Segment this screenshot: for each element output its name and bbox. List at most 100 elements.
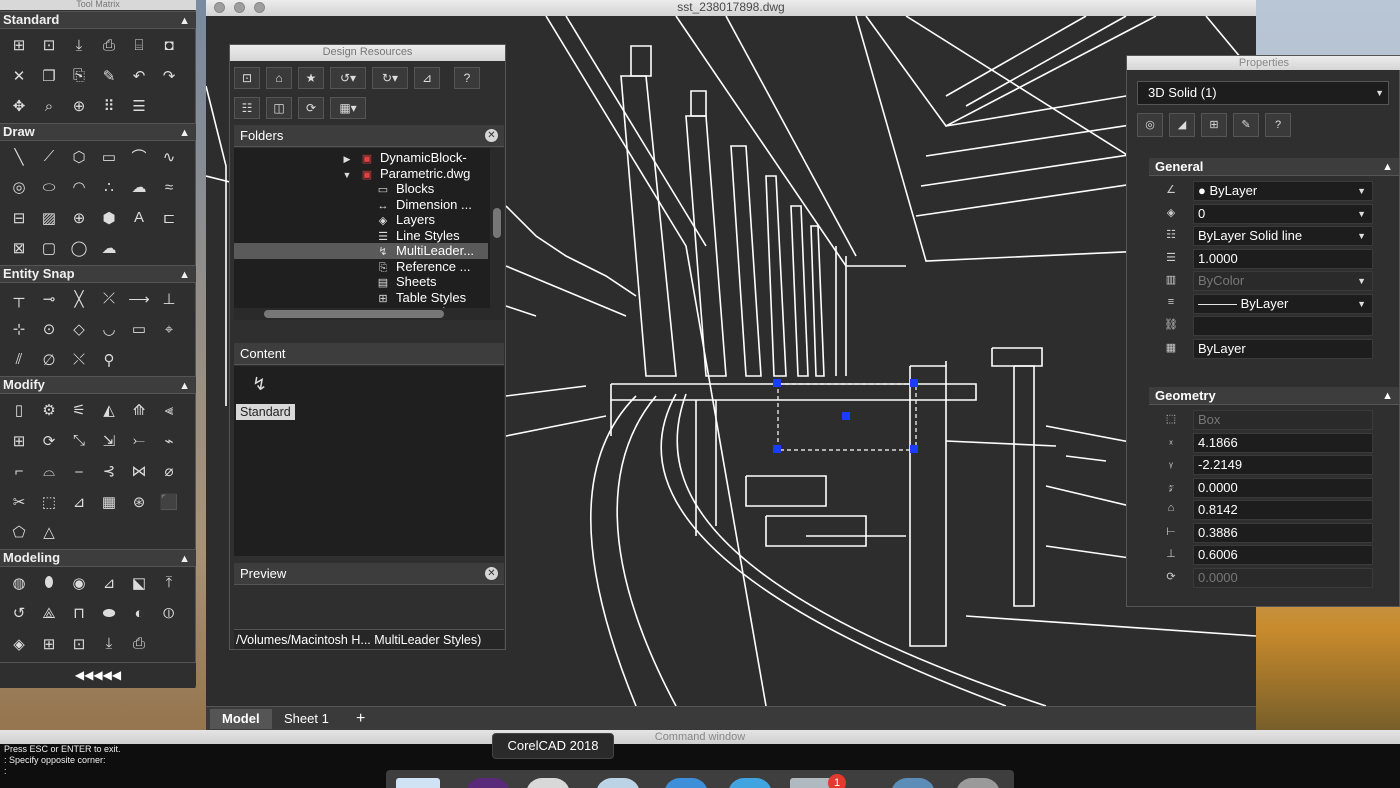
collapse-section-icon[interactable]: ▲ [1382, 158, 1393, 176]
load-icon[interactable]: ⊡ [234, 67, 260, 89]
views-icon[interactable]: ▦▾ [330, 97, 366, 119]
home-icon[interactable]: ⌂ [266, 67, 292, 89]
tree-item[interactable]: ▭ Blocks [376, 181, 435, 197]
rectangular-array-icon[interactable]: ⊞ [4, 429, 34, 453]
new-file-icon[interactable]: ⊞ [4, 33, 34, 57]
endpoint-snap-icon[interactable]: ┬ [4, 287, 34, 311]
section-header-draw[interactable]: Draw ▲ [0, 122, 196, 141]
property-value[interactable]: ——— ByLayer ▼ [1193, 293, 1373, 314]
general-section-header[interactable]: General ▲ [1149, 158, 1399, 176]
intersect-icon[interactable]: ⊡ [64, 632, 94, 656]
scrollbar-thumb[interactable] [493, 208, 501, 238]
app-icon[interactable] [596, 778, 640, 788]
collapse-section-icon[interactable]: ▲ [179, 267, 190, 283]
polyline-icon[interactable]: ⟋ [34, 145, 64, 169]
open-folder-icon[interactable]: ⊿ [414, 67, 440, 89]
app-store-icon[interactable] [728, 778, 772, 788]
erase-icon[interactable]: ▯ [4, 398, 34, 422]
tree-item[interactable]: ☰ Line Styles [376, 228, 460, 244]
edit-properties-icon[interactable]: ⚙ [34, 398, 64, 422]
wedge-icon[interactable]: ⬮ [34, 571, 64, 595]
property-value[interactable]: 0.3886 [1193, 522, 1373, 543]
offset-icon[interactable]: ⟰ [124, 398, 154, 422]
center-snap-icon[interactable]: ⊙ [34, 317, 64, 341]
cut-icon[interactable]: ✕ [4, 64, 34, 88]
section-header-entity-snap[interactable]: Entity Snap ▲ [0, 264, 196, 283]
section-header-modeling[interactable]: Modeling ▲ [0, 548, 196, 567]
property-value[interactable]: 1.0000 [1193, 248, 1373, 269]
forward-icon[interactable]: ↻▾ [372, 67, 408, 89]
ellipse-icon[interactable]: ⬭ [34, 175, 64, 199]
collapse-section-icon[interactable]: ▲ [179, 378, 190, 394]
align-icon[interactable]: ⬚ [34, 490, 64, 514]
help-icon[interactable]: ? [454, 67, 480, 89]
slice-icon[interactable]: ⤓ [94, 632, 124, 656]
rotate-icon[interactable]: ⤡ [64, 429, 94, 453]
line-icon[interactable]: ╲ [4, 145, 34, 169]
intersection-snap-icon[interactable]: ╳ [64, 287, 94, 311]
sweep-icon[interactable]: ⬬ [94, 601, 124, 625]
chamfer-icon[interactable]: ⋈ [124, 459, 154, 483]
move-entity-icon[interactable]: ⟳ [34, 429, 64, 453]
attribute-icon[interactable]: ⊏ [154, 206, 184, 230]
loft-icon[interactable]: ◐ [124, 601, 154, 625]
add-sheet-button[interactable]: + [344, 709, 377, 729]
tab-model[interactable]: Model [210, 709, 272, 729]
fillet-icon[interactable]: ⌀ [154, 459, 184, 483]
zoom-window-button[interactable] [254, 2, 265, 13]
shape-icon[interactable]: ☁ [94, 236, 124, 260]
arc-icon[interactable]: ⌒ [124, 145, 154, 169]
zoom-icon[interactable]: ⌕ [34, 94, 64, 118]
image-icon[interactable]: ⊠ [4, 236, 34, 260]
block-icon[interactable]: ⊟ [4, 206, 34, 230]
expand-icon[interactable]: ▼ [340, 167, 354, 183]
trim-icon[interactable]: ⌐ [4, 459, 34, 483]
sphere-icon[interactable]: ⊿ [94, 571, 124, 595]
copy-entity-icon[interactable]: ⚟ [64, 398, 94, 422]
snap-settings-icon[interactable]: ⚲ [94, 348, 124, 372]
print-preview-icon[interactable]: ⌸ [124, 33, 154, 57]
snap-clear-icon[interactable]: ⤬ [64, 348, 94, 372]
property-value[interactable]: 0 ▼ [1193, 203, 1373, 224]
close-preview-icon[interactable]: ✕ [485, 567, 498, 580]
property-value[interactable] [1193, 316, 1373, 336]
tree-item[interactable]: ▶ ▣ DynamicBlock- [340, 150, 467, 166]
property-value[interactable]: ByLayer [1193, 338, 1373, 359]
break-icon[interactable]: ⎯ [64, 459, 94, 483]
stretch-icon[interactable]: ⤚ [124, 429, 154, 453]
vertical-scrollbar[interactable] [490, 148, 504, 320]
zoom-realtime-icon[interactable]: ⊕ [64, 94, 94, 118]
point-icon[interactable]: ∴ [94, 175, 124, 199]
select-objects-icon[interactable]: ◢ [1169, 113, 1195, 137]
revision-cloud-icon[interactable]: ☁ [124, 175, 154, 199]
presspull-icon[interactable]: ⦶ [154, 601, 184, 625]
app-icon[interactable] [891, 778, 935, 788]
collapse-section-icon[interactable]: ▲ [179, 13, 190, 29]
tree-item[interactable]: ↯ MultiLeader... [234, 243, 488, 259]
folder-tree[interactable]: ▶ ▣ DynamicBlock- ▼ ▣ Parametric.dwg ▭ Blocks ↔ D… [234, 148, 504, 320]
grip-handle[interactable] [842, 412, 850, 420]
minimize-window-button[interactable] [234, 2, 245, 13]
app-icon[interactable] [466, 778, 510, 788]
collapse-palette-button[interactable]: ◀◀◀◀◀ [0, 662, 196, 686]
box-icon[interactable]: ◍ [4, 571, 34, 595]
edit-attribute-icon[interactable]: △ [34, 520, 64, 544]
mirror-icon[interactable]: ◭ [94, 398, 124, 422]
group-icon[interactable]: ⬠ [4, 520, 34, 544]
hatch-icon[interactable]: ▨ [34, 206, 64, 230]
insertion-snap-icon[interactable]: ▭ [124, 317, 154, 341]
grip-handle[interactable] [773, 445, 781, 453]
property-value[interactable]: 0.6006 [1193, 545, 1373, 565]
safari-icon[interactable] [664, 778, 708, 788]
interfere-icon[interactable]: ⎙ [124, 632, 154, 656]
edit-spline-icon[interactable]: ▦ [94, 490, 124, 514]
edit-polyline-icon[interactable]: ⊿ [64, 490, 94, 514]
parallel-snap-icon[interactable]: ⫽ [4, 348, 34, 372]
match-properties-icon[interactable]: ✎ [94, 64, 124, 88]
section-header-modify[interactable]: Modify ▲ [0, 376, 196, 394]
collapse-section-icon[interactable]: ▲ [179, 551, 190, 567]
torus-icon[interactable]: ⤒ [154, 571, 184, 595]
freehand-icon[interactable]: ≈ [154, 175, 184, 199]
cone-icon[interactable]: ◉ [64, 571, 94, 595]
midpoint-snap-icon[interactable]: ⊸ [34, 287, 64, 311]
